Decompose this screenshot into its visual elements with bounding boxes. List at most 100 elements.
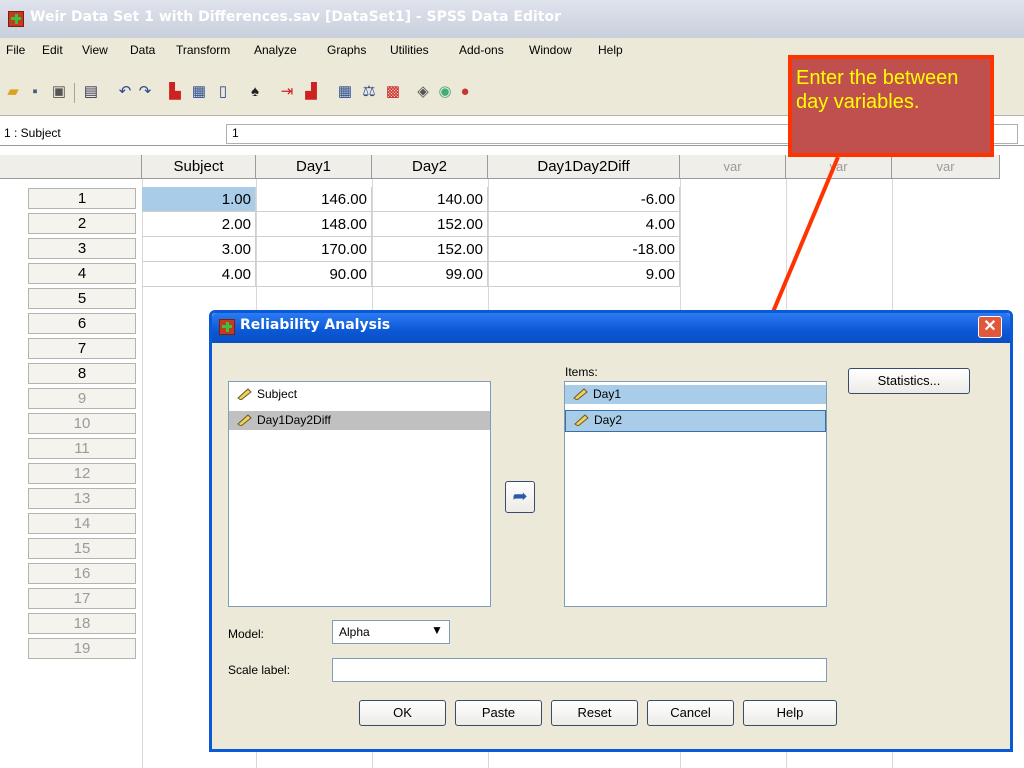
callout-text: Enter the between day variables. bbox=[796, 67, 959, 113]
data-cell[interactable]: 152.00 bbox=[372, 212, 488, 237]
show-all-variables-icon[interactable]: ● bbox=[456, 83, 474, 101]
paste-button[interactable]: Paste bbox=[455, 700, 542, 726]
row-header[interactable]: 14 bbox=[28, 513, 136, 534]
row-header[interactable]: 6 bbox=[28, 313, 136, 334]
column-header-var[interactable]: var bbox=[680, 155, 786, 179]
menu-edit[interactable]: Edit bbox=[42, 43, 63, 57]
list-item-label: Subject bbox=[257, 387, 298, 401]
cancel-button[interactable]: Cancel bbox=[647, 700, 734, 726]
data-cell[interactable]: 9.00 bbox=[488, 262, 680, 287]
menu-analyze[interactable]: Analyze bbox=[254, 43, 297, 57]
menu-view[interactable]: View bbox=[82, 43, 108, 57]
list-item-label: Day1 bbox=[593, 387, 622, 401]
menu-window[interactable]: Window bbox=[529, 43, 572, 57]
arrow-left-icon: ➦ bbox=[512, 486, 528, 506]
data-cell[interactable]: 4.00 bbox=[142, 262, 256, 287]
menu-add-ons[interactable]: Add-ons bbox=[459, 43, 504, 57]
menu-graphs[interactable]: Graphs bbox=[327, 43, 366, 57]
print-icon[interactable]: ▣ bbox=[50, 83, 68, 101]
column-header-var[interactable]: var bbox=[786, 155, 892, 179]
dialog-recall-icon[interactable]: ▤ bbox=[82, 83, 100, 101]
list-item[interactable]: Day1Day2Diff bbox=[229, 411, 490, 430]
list-item[interactable]: Subject bbox=[229, 385, 490, 404]
data-cell[interactable]: 140.00 bbox=[372, 187, 488, 212]
save-icon[interactable]: ▪ bbox=[26, 83, 44, 101]
row-header[interactable]: 7 bbox=[28, 338, 136, 359]
column-header-day1day2diff[interactable]: Day1Day2Diff bbox=[488, 155, 680, 179]
weight-cases-icon[interactable]: ⚖ bbox=[360, 83, 378, 101]
row-header[interactable]: 8 bbox=[28, 363, 136, 384]
row-header[interactable]: 17 bbox=[28, 588, 136, 609]
insert-variable-icon[interactable]: ▟ bbox=[302, 83, 320, 101]
toolbar-separator bbox=[74, 83, 75, 103]
row-header[interactable]: 2 bbox=[28, 213, 136, 234]
row-header[interactable]: 11 bbox=[28, 438, 136, 459]
list-item[interactable]: Day2 bbox=[565, 410, 826, 432]
row-header[interactable]: 3 bbox=[28, 238, 136, 259]
data-cell[interactable]: 1.00 bbox=[142, 187, 256, 212]
split-file-icon[interactable]: ▦ bbox=[336, 83, 354, 101]
column-header-day2[interactable]: Day2 bbox=[372, 155, 488, 179]
row-header[interactable]: 16 bbox=[28, 563, 136, 584]
column-header-var[interactable]: var bbox=[892, 155, 1000, 179]
menu-file[interactable]: File bbox=[6, 43, 25, 57]
undo-icon[interactable]: ↶ bbox=[116, 83, 134, 101]
data-cell[interactable]: 4.00 bbox=[488, 212, 680, 237]
menu-help[interactable]: Help bbox=[598, 43, 623, 57]
window-title: Weir Data Set 1 with Differences.sav [Da… bbox=[30, 9, 561, 25]
data-cell[interactable]: 146.00 bbox=[256, 187, 372, 212]
statistics-button[interactable]: Statistics... bbox=[848, 368, 970, 394]
open-folder-icon[interactable]: ▰ bbox=[4, 83, 22, 101]
column-header-day1[interactable]: Day1 bbox=[256, 155, 372, 179]
select-cases-icon[interactable]: ▩ bbox=[384, 83, 402, 101]
data-cell[interactable]: -6.00 bbox=[488, 187, 680, 212]
reset-button[interactable]: Reset bbox=[551, 700, 638, 726]
list-item-label: Day1Day2Diff bbox=[257, 413, 331, 427]
use-sets-icon[interactable]: ◉ bbox=[436, 83, 454, 101]
data-cell[interactable]: 148.00 bbox=[256, 212, 372, 237]
model-label: Model: bbox=[228, 627, 265, 641]
redo-icon[interactable]: ↷ bbox=[136, 83, 154, 101]
spss-app-icon bbox=[8, 11, 24, 27]
data-cell[interactable]: -18.00 bbox=[488, 237, 680, 262]
goto-case-icon[interactable]: ▙ bbox=[166, 83, 184, 101]
model-select[interactable]: Alpha ▼ bbox=[332, 620, 450, 644]
insert-case-icon[interactable]: ⇥ bbox=[278, 83, 296, 101]
cell-value: 1 bbox=[232, 126, 239, 140]
scale-label-input[interactable] bbox=[332, 658, 827, 682]
data-cell[interactable]: 170.00 bbox=[256, 237, 372, 262]
row-header[interactable]: 4 bbox=[28, 263, 136, 284]
ruler-icon bbox=[237, 388, 252, 400]
row-header[interactable]: 13 bbox=[28, 488, 136, 509]
row-header[interactable]: 9 bbox=[28, 388, 136, 409]
data-cell[interactable]: 3.00 bbox=[142, 237, 256, 262]
data-cell[interactable]: 2.00 bbox=[142, 212, 256, 237]
row-header[interactable]: 12 bbox=[28, 463, 136, 484]
model-value: Alpha bbox=[339, 625, 370, 639]
list-item[interactable]: Day1 bbox=[565, 385, 826, 404]
find-icon[interactable]: ♠ bbox=[246, 83, 264, 101]
move-to-items-button[interactable]: ➦ bbox=[505, 481, 535, 513]
row-header[interactable]: 1 bbox=[28, 188, 136, 209]
menu-data[interactable]: Data bbox=[130, 43, 155, 57]
row-header[interactable]: 19 bbox=[28, 638, 136, 659]
row-header[interactable]: 15 bbox=[28, 538, 136, 559]
close-icon[interactable]: ✕ bbox=[978, 316, 1002, 338]
data-cell[interactable]: 152.00 bbox=[372, 237, 488, 262]
ok-button[interactable]: OK bbox=[359, 700, 446, 726]
value-labels-icon[interactable]: ◈ bbox=[414, 83, 432, 101]
help-button[interactable]: Help bbox=[743, 700, 837, 726]
menu-transform[interactable]: Transform bbox=[176, 43, 230, 57]
variables-icon[interactable]: ▦ bbox=[190, 83, 208, 101]
row-header[interactable]: 10 bbox=[28, 413, 136, 434]
data-cell[interactable]: 90.00 bbox=[256, 262, 372, 287]
cell-reference: 1 : Subject bbox=[4, 126, 61, 140]
dialog-title: Reliability Analysis bbox=[240, 317, 391, 333]
data-cell[interactable]: 99.00 bbox=[372, 262, 488, 287]
row-header[interactable]: 18 bbox=[28, 613, 136, 634]
help-topic-icon[interactable]: ▯ bbox=[214, 83, 232, 101]
spss-app-icon bbox=[219, 319, 235, 335]
column-header-subject[interactable]: Subject bbox=[142, 155, 256, 179]
row-header[interactable]: 5 bbox=[28, 288, 136, 309]
menu-utilities[interactable]: Utilities bbox=[390, 43, 429, 57]
